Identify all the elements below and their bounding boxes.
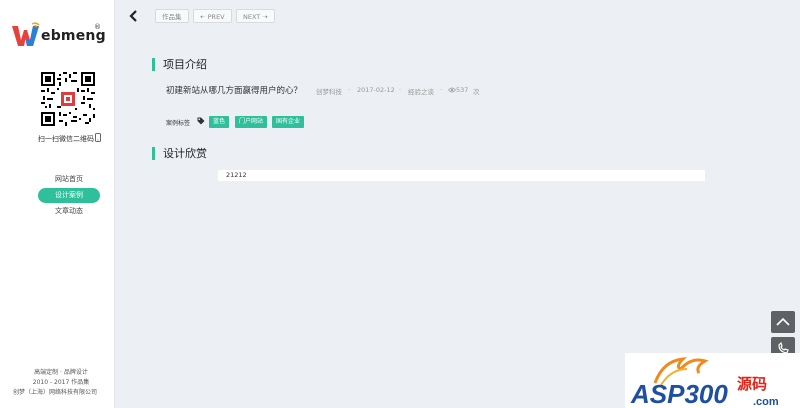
tags-label: 案例标签 [166, 120, 191, 127]
portfolio-button[interactable]: 作品集 [155, 9, 189, 23]
qr-caption: 扫一扫微信二维码 [38, 135, 94, 143]
eye-icon [448, 87, 456, 93]
prev-label: PREV [207, 13, 225, 21]
phone-icon [95, 133, 101, 142]
arrow-left-icon: 🠠 [200, 13, 206, 21]
back-to-top-button[interactable] [771, 311, 795, 333]
design-heading: 设计欣赏 [152, 147, 207, 160]
meta-dot: · [348, 86, 351, 94]
nav-item-home[interactable]: 网站首页 [38, 172, 100, 187]
asp300-brand-cn: 源码 [737, 375, 767, 393]
chevron-up-icon [776, 317, 790, 326]
nav-item-design-cases[interactable]: 设计案例 [38, 188, 100, 203]
arrow-right-icon: 🠢 [262, 13, 268, 21]
site-logo[interactable]: ebmeng ® [12, 22, 106, 48]
article-author: 创梦科技 [316, 88, 342, 96]
view-count: 537 [456, 86, 469, 94]
asp300-watermark: ASP300 源码 .com [625, 353, 800, 408]
prev-button[interactable]: 🠠 PREV [193, 9, 232, 23]
next-label: NEXT [243, 13, 261, 21]
article-title: 初建新站从哪几方面赢得用户的心？ [166, 86, 303, 96]
back-chevron-icon[interactable] [128, 10, 138, 22]
design-content: 21212 [218, 170, 705, 181]
registered-mark: ® [94, 23, 101, 31]
next-button[interactable]: NEXT 🠢 [236, 9, 275, 23]
tag-state-owned[interactable]: 国有企业 [272, 116, 305, 128]
asp300-domain: .com [753, 396, 779, 408]
tag-icon [197, 117, 205, 125]
article-date: 2017-02-12 [357, 86, 395, 94]
nav-item-articles[interactable]: 文章动态 [38, 204, 100, 219]
logo-w-icon [12, 22, 40, 46]
sidebar: ebmeng ® 扫一扫微信二维码 网站首页 设计案例 文章动态 高端定制 · … [0, 0, 115, 408]
qr-code-icon [41, 72, 95, 126]
sidebar-footer: 高端定制 · 品牌设计 2010 - 2017 作品集 创梦（上海）网络科技有限… [13, 368, 102, 398]
intro-heading: 项目介绍 [152, 58, 207, 71]
meta-dot: · [440, 86, 443, 94]
asp300-brand: ASP300 [630, 379, 728, 408]
view-count-unit: 次 [473, 88, 480, 96]
footer-line: 2010 - 2017 作品集 [32, 379, 90, 386]
footer-line: 创梦（上海）网络科技有限公司 [12, 389, 97, 396]
sidebar-nav: 网站首页 设计案例 文章动态 [38, 172, 100, 220]
footer-line: 高端定制 · 品牌设计 [34, 369, 88, 376]
meta-dot: · [399, 86, 402, 94]
asp300-logo-graphic: ASP300 源码 .com [630, 357, 779, 408]
tag-portal-site[interactable]: 门户网站 [235, 116, 268, 128]
tag-blue[interactable]: 蓝色 [209, 116, 230, 128]
article-category[interactable]: 经验之谈 [408, 86, 434, 96]
qr-code [41, 72, 95, 126]
